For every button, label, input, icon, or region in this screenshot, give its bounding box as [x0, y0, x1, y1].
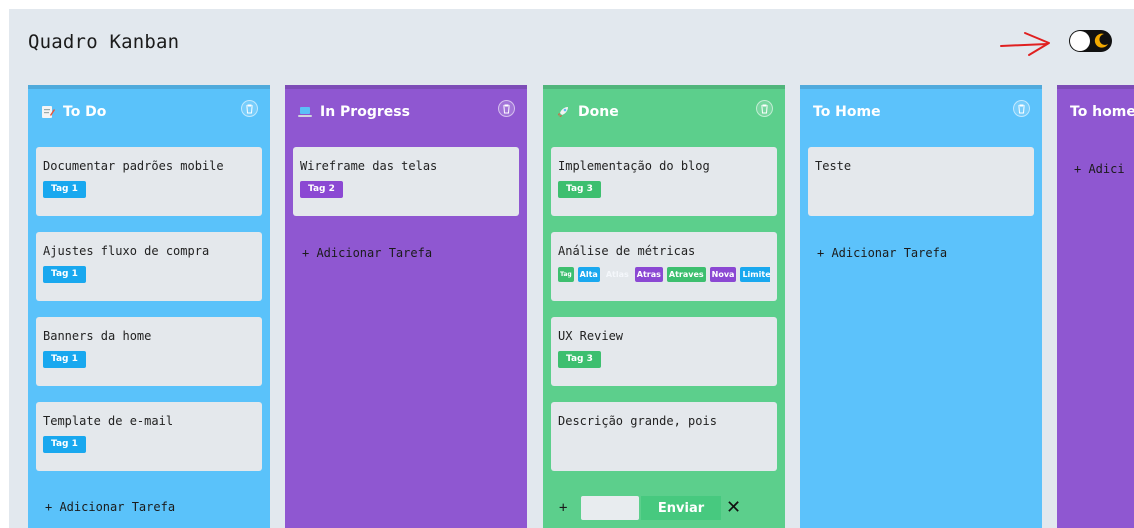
column-header: To Do	[28, 89, 270, 135]
trash-icon	[503, 104, 510, 113]
task-card[interactable]: Template de e-mail Tag 1	[36, 402, 262, 471]
tag-badge: Atraves	[666, 266, 706, 282]
toggle-knob	[1070, 31, 1090, 51]
task-card[interactable]: Implementação do blog Tag 3	[551, 147, 777, 216]
tag-badge: Atlas	[605, 269, 629, 279]
task-title: Ajustes fluxo de compra	[43, 244, 210, 258]
add-task-button[interactable]: + Adicionar Tarefa	[302, 246, 432, 260]
task-title: Wireframe das telas	[300, 159, 438, 173]
add-task-button[interactable]: + Adicionar Tarefa	[817, 246, 947, 260]
column-header: To home	[1057, 89, 1134, 135]
task-title: Descrição grande, pois	[558, 414, 717, 428]
column-header: Done	[543, 89, 785, 135]
page-title: Quadro Kanban	[28, 31, 180, 53]
task-card[interactable]: Análise de métricas Tag 3 Alta Atlas Atr…	[551, 232, 777, 301]
column-title: Done	[578, 104, 619, 120]
tag-badge: Tag 1	[43, 265, 86, 283]
delete-column-button[interactable]	[241, 100, 258, 117]
tag-badge: Tag 3	[558, 350, 601, 368]
tag-badge: Tag 1	[43, 180, 86, 198]
delete-column-button[interactable]	[1013, 100, 1030, 117]
task-title: Documentar padrões mobile	[43, 159, 224, 173]
tag-badge: Tag 3	[558, 180, 601, 198]
task-card[interactable]: Ajustes fluxo de compra Tag 1	[36, 232, 262, 301]
tag-badge: Atras	[634, 266, 663, 282]
column-to-home: To Home Teste + Adicionar Tarefa	[800, 85, 1042, 528]
theme-toggle[interactable]	[1069, 30, 1112, 52]
tag-badge: Limite	[740, 266, 770, 282]
task-card[interactable]: Banners da home Tag 1	[36, 317, 262, 386]
kanban-app: Quadro Kanban To Do Documentar padrões m…	[9, 9, 1134, 528]
tag-badge: Tag 2	[300, 180, 343, 198]
column-title: In Progress	[320, 104, 410, 120]
tag-badge: Tag 1	[43, 350, 86, 368]
task-title: UX Review	[558, 329, 624, 343]
task-title: Análise de métricas	[558, 244, 696, 258]
column-done: Done Implementação do blog Tag 3 Análise…	[543, 85, 785, 528]
column-title: To Home	[813, 104, 881, 120]
laptop-icon	[298, 107, 312, 117]
task-card[interactable]: Descrição grande, pois	[551, 402, 777, 471]
task-title: Teste	[815, 159, 852, 173]
add-task-button[interactable]: + Adicionar Tarefa	[45, 500, 175, 514]
trash-icon	[761, 104, 768, 113]
trash-icon	[1018, 104, 1025, 113]
rocket-icon	[558, 107, 568, 117]
new-task-input[interactable]	[581, 496, 639, 520]
tag-badge: Tag 3	[558, 266, 574, 282]
memo-icon	[42, 106, 55, 118]
task-title: Banners da home	[43, 329, 152, 343]
moon-icon	[1094, 33, 1108, 48]
tag-badge: Tag 1	[43, 435, 86, 453]
column-title: To home	[1070, 104, 1134, 120]
task-card[interactable]: Documentar padrões mobile Tag 1	[36, 147, 262, 216]
add-task-button[interactable]: + Adici	[1074, 162, 1125, 176]
column-todo: To Do Documentar padrões mobile Tag 1 Aj…	[28, 85, 270, 528]
tag-badge: Nova	[709, 266, 737, 282]
send-button[interactable]: Enviar	[641, 496, 721, 520]
task-title: Implementação do blog	[558, 159, 710, 173]
task-card[interactable]: Wireframe das telas Tag 2	[293, 147, 519, 216]
close-icon[interactable]: ✕	[726, 496, 741, 520]
column-to-home-2: To home + Adici	[1057, 85, 1134, 528]
delete-column-button[interactable]	[498, 100, 515, 117]
red-arrow-icon	[1000, 32, 1050, 56]
task-card[interactable]: Teste	[808, 147, 1034, 216]
column-header: To Home	[800, 89, 1042, 135]
column-header: In Progress	[285, 89, 527, 135]
task-title: Template de e-mail	[43, 414, 174, 428]
column-in-progress: In Progress Wireframe das telas Tag 2 + …	[285, 85, 527, 528]
column-title: To Do	[63, 104, 107, 120]
add-plus-icon[interactable]: +	[559, 500, 581, 516]
task-card[interactable]: UX Review Tag 3	[551, 317, 777, 386]
trash-icon	[246, 104, 253, 113]
delete-column-button[interactable]	[756, 100, 773, 117]
tag-badge: Alta	[577, 266, 600, 282]
add-task-form: + Enviar ✕	[551, 495, 741, 521]
